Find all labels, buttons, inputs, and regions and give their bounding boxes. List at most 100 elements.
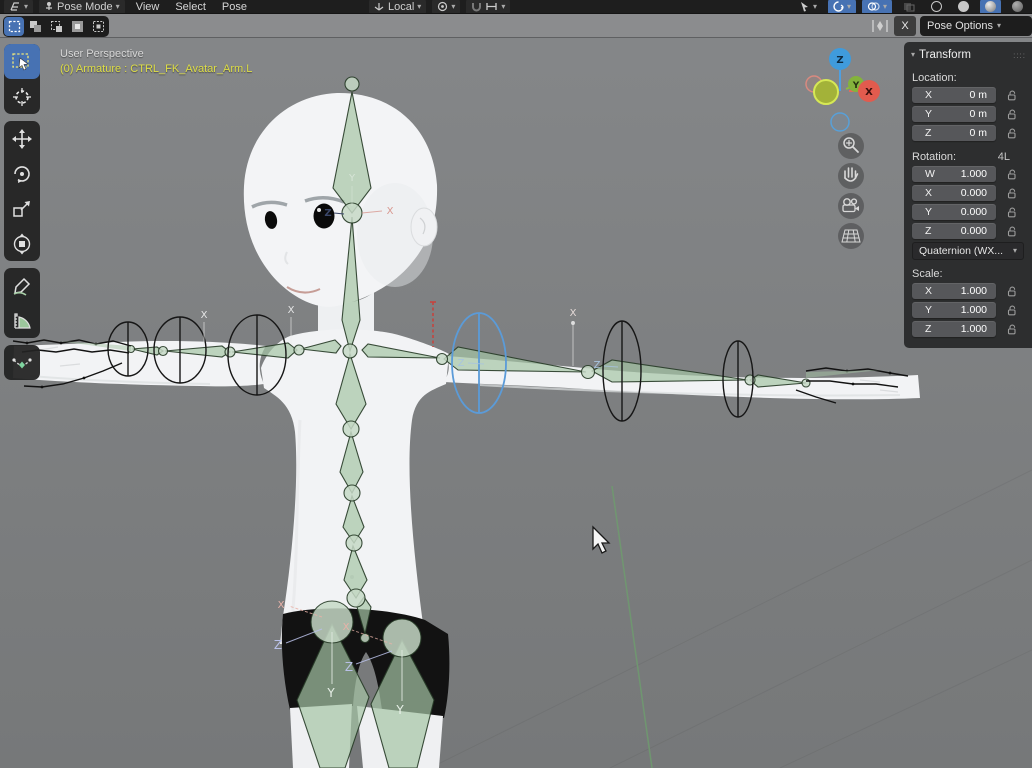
shading-wireframe-button[interactable] (926, 0, 947, 13)
rotation-label: Rotation: (912, 151, 956, 163)
svg-text:X: X (278, 600, 285, 611)
gizmo-z[interactable]: Z (829, 48, 851, 70)
svg-text:Y: Y (348, 173, 356, 184)
mode-label: Pose Mode (57, 1, 113, 13)
axis-label: Z (925, 127, 931, 139)
svg-text:Y: Y (395, 703, 404, 717)
transform-panel-header[interactable]: ▾ Transform :::: (904, 46, 1032, 66)
lock-icon[interactable] (1006, 323, 1018, 335)
rotation-w-field[interactable]: W 1.000 (912, 166, 996, 182)
gizmo-x[interactable]: X (858, 80, 880, 102)
lock-icon[interactable] (1006, 206, 1018, 218)
tool-scale[interactable] (4, 191, 40, 226)
tool-move[interactable] (4, 121, 40, 156)
tool-annotate[interactable] (4, 268, 40, 303)
lock-icon[interactable] (1006, 187, 1018, 199)
rotation-y-field[interactable]: Y 0.000 (912, 204, 996, 220)
rotation-mode-label: Quaternion (WX... (919, 245, 1003, 257)
blender-window: X X X Z Z Y X Z X Z Y X Z Y Y X Z (0, 0, 1032, 768)
select-mode-subtract[interactable] (46, 17, 66, 36)
solid-sphere-icon (958, 1, 969, 12)
axis-label: X (925, 89, 932, 101)
camera-view-button[interactable] (838, 193, 864, 219)
overlays-icon (867, 1, 880, 12)
sidebar-transform-panel: ▾ Transform :::: Location: X 0 m Y 0 m Z… (904, 42, 1032, 348)
location-x-field[interactable]: X 0 m (912, 87, 996, 103)
rotate-icon (11, 163, 33, 185)
lock-icon[interactable] (1006, 127, 1018, 139)
location-x-row: X 0 m (904, 87, 1032, 103)
transform-icon (11, 233, 33, 255)
snap-target-icon (485, 1, 498, 12)
rotation-mode-dropdown[interactable]: Quaternion (WX... ▾ (912, 242, 1024, 260)
tool-transform[interactable] (4, 226, 40, 261)
shading-rendered-button[interactable] (1007, 0, 1028, 13)
box-intersect-icon (92, 20, 105, 33)
pan-hand-button[interactable] (838, 163, 864, 189)
rotation-x-row: X 0.000 (904, 185, 1032, 201)
tool-pose-breakdowner[interactable] (4, 345, 40, 380)
scale-x-field[interactable]: X 1.000 (912, 283, 996, 299)
lock-icon[interactable] (1006, 89, 1018, 101)
orientation-label: Local (388, 1, 414, 13)
scale-label: Scale: (904, 262, 1032, 283)
transform-orientation-dropdown[interactable]: Local ▾ (369, 0, 426, 13)
svg-text:Z: Z (274, 638, 282, 652)
location-z-field[interactable]: Z 0 m (912, 125, 996, 141)
location-y-field[interactable]: Y 0 m (912, 106, 996, 122)
scale-z-field[interactable]: Z 1.000 (912, 321, 996, 337)
pivot-point-dropdown[interactable]: ▾ (432, 0, 460, 13)
pose-options-label: Pose Options (927, 20, 993, 32)
svg-text:Z: Z (324, 208, 331, 219)
lock-icon[interactable] (1006, 108, 1018, 120)
measure-icon (11, 310, 33, 332)
rotation-x-field[interactable]: X 0.000 (912, 185, 996, 201)
gizmo-neg-y[interactable] (814, 80, 838, 104)
shading-material-button[interactable] (980, 0, 1001, 13)
lock-icon[interactable] (1006, 168, 1018, 180)
show-gizmo-toggle[interactable]: ▾ (828, 0, 856, 13)
chevron-down-icon: ▾ (847, 3, 851, 11)
tool-measure[interactable] (4, 303, 40, 338)
select-mode-extend[interactable] (25, 17, 45, 36)
x-axis-mirror-icon[interactable] (870, 18, 890, 34)
active-object-label: (0) Armature : CTRL_FK_Avatar_Arm.L (60, 63, 252, 75)
proportional-editing-dropdown[interactable]: ▾ (794, 0, 822, 13)
axis-label: W (925, 168, 935, 180)
zoom-button[interactable] (838, 133, 864, 159)
axis-label: Z (925, 225, 931, 237)
orthographic-toggle-button[interactable] (838, 223, 864, 249)
mirror-x-toggle[interactable]: X (894, 16, 916, 36)
lock-icon[interactable] (1006, 304, 1018, 316)
viewport-3d[interactable]: X X X Z Z Y X Z X Z Y X Z Y Y X Z (0, 0, 1032, 768)
scale-y-field[interactable]: Y 1.000 (912, 302, 996, 318)
snapping-group[interactable]: ▾ (466, 0, 510, 13)
axis-value: 1.000 (961, 304, 987, 316)
gizmo-neg-z[interactable] (831, 113, 849, 131)
axis-label: Y (925, 304, 932, 316)
shading-solid-button[interactable] (953, 0, 974, 13)
lock-icon[interactable] (1006, 285, 1018, 297)
select-mode-intersect[interactable] (88, 17, 108, 36)
axis-value: 0.000 (961, 187, 987, 199)
tool-select-box[interactable] (4, 44, 40, 79)
rotation-z-field[interactable]: Z 0.000 (912, 223, 996, 239)
svg-text:X: X (201, 310, 208, 321)
select-mode-set[interactable] (4, 17, 24, 36)
pose-options-dropdown[interactable]: Pose Options ▾ (920, 16, 1032, 36)
chevron-down-icon: ▾ (116, 3, 120, 11)
editor-type-button[interactable]: ▾ (4, 0, 33, 13)
menu-pose[interactable]: Pose (217, 1, 252, 13)
tool-cursor[interactable] (4, 79, 40, 114)
lock-icon[interactable] (1006, 225, 1018, 237)
svg-text:X: X (288, 305, 295, 316)
show-overlays-toggle[interactable]: ▾ (862, 0, 892, 13)
select-mode-invert[interactable] (67, 17, 87, 36)
menu-select[interactable]: Select (170, 1, 211, 13)
mode-dropdown[interactable]: Pose Mode ▾ (39, 0, 125, 13)
xray-toggle[interactable] (898, 0, 920, 13)
menu-view[interactable]: View (131, 1, 165, 13)
axis-value: 0 m (969, 89, 987, 101)
tool-rotate[interactable] (4, 156, 40, 191)
panel-grip-icon[interactable]: :::: (1013, 51, 1026, 60)
